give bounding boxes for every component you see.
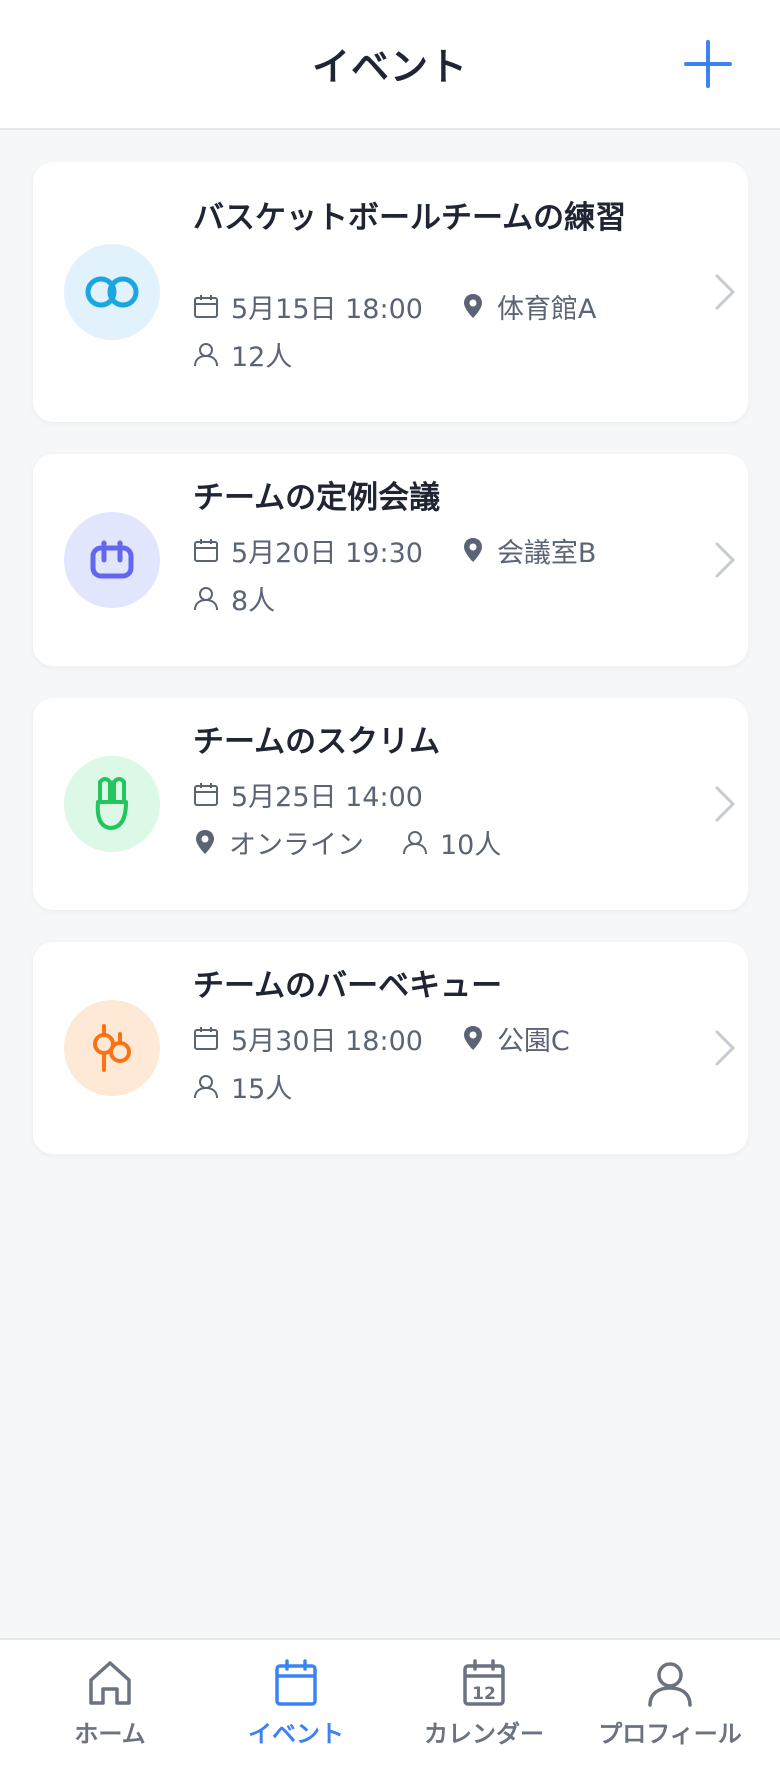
chevron-right-icon: [715, 542, 735, 578]
chevron-right-icon: [715, 1030, 735, 1066]
event-meta-row: 5月15日 18:00 体育館A: [193, 286, 596, 326]
event-attendees: 10人: [440, 829, 502, 861]
tab-label: カレンダー: [424, 1720, 544, 1748]
interlocking-rings-icon: [85, 276, 139, 308]
event-attendees: 12人: [231, 341, 293, 373]
calendar-day-icon: 12: [463, 1659, 505, 1706]
meeting-icon: [90, 540, 134, 579]
chevron-right-icon: [715, 274, 735, 310]
user-icon: [194, 343, 218, 367]
calendar-day-number: 12: [472, 1684, 496, 1704]
event-title: チームのスクリム: [193, 724, 441, 760]
event-date: 5月20日 19:30: [231, 537, 423, 569]
page-title: イベント: [311, 45, 468, 89]
event-card[interactable]: チームのバーベキュー 5月30日 18:00 公園C 15人: [33, 942, 748, 1154]
event-card[interactable]: チームの定例会議 5月20日 19:30 会議室B 8人: [33, 454, 748, 666]
tab-events[interactable]: イベント: [201, 1658, 391, 1762]
scrum-icon: [95, 777, 128, 830]
event-meta-row: 5月30日 18:00 公園C: [193, 1018, 570, 1058]
calendar-icon: [194, 783, 218, 806]
tab-calendar[interactable]: 12 カレンダー: [389, 1658, 579, 1762]
event-avatar: [64, 244, 160, 340]
event-attendees: 8人: [231, 585, 276, 617]
location-pin-icon: [196, 830, 214, 854]
event-meta-row: 15人: [193, 1066, 292, 1106]
user-icon: [194, 587, 218, 611]
app-header: イベント: [0, 0, 780, 130]
event-meta-row: オンライン 10人: [193, 822, 501, 862]
location-pin-icon: [463, 1026, 482, 1050]
event-meta-row: 12人: [193, 334, 292, 374]
user-icon: [194, 1075, 218, 1099]
home-icon: [89, 1661, 131, 1705]
calendar-icon: [194, 295, 218, 318]
event-card[interactable]: チームのスクリム 5月25日 14:00 オンライン 10人: [33, 698, 748, 910]
event-location: 体育館A: [496, 293, 597, 325]
chevron-right-icon: [715, 786, 735, 822]
calendar-icon: [275, 1659, 317, 1706]
plus-icon: [684, 40, 732, 88]
event-avatar: [64, 512, 160, 608]
event-meta-row: 5月25日 14:00: [193, 774, 423, 814]
event-date: 5月30日 18:00: [231, 1025, 423, 1057]
add-event-button[interactable]: [680, 36, 736, 92]
event-location: オンライン: [229, 829, 364, 861]
event-date: 5月25日 14:00: [231, 781, 423, 813]
tab-home[interactable]: ホーム: [15, 1658, 205, 1762]
event-meta-row: 8人: [193, 578, 275, 618]
location-pin-icon: [463, 294, 482, 318]
tab-label: プロフィール: [598, 1720, 742, 1748]
event-avatar: [64, 756, 160, 852]
event-location: 会議室B: [496, 537, 597, 569]
calendar-icon: [194, 1027, 218, 1050]
event-card[interactable]: バスケットボールチームの練習 5月15日 18:00 体育館A 12人: [33, 162, 748, 422]
event-date: 5月15日 18:00: [231, 293, 423, 325]
event-location: 公園C: [496, 1025, 570, 1057]
event-attendees: 15人: [231, 1073, 293, 1105]
tab-label: イベント: [248, 1720, 344, 1748]
event-meta-row: 5月20日 19:30 会議室B: [193, 530, 596, 570]
user-icon: [403, 831, 427, 855]
tab-profile[interactable]: プロフィール: [575, 1658, 765, 1762]
event-title: チームのバーベキュー: [193, 968, 503, 1004]
event-title: チームの定例会議: [193, 480, 441, 516]
bottom-tab-bar: ホーム イベント 12 カレンダー プロフィール: [0, 1638, 780, 1768]
event-title: バスケットボールチームの練習: [193, 200, 627, 236]
user-icon: [648, 1662, 692, 1707]
location-pin-icon: [463, 538, 482, 562]
event-avatar: [64, 1000, 160, 1096]
bbq-icon: [93, 1024, 131, 1072]
tab-label: ホーム: [74, 1720, 146, 1748]
calendar-icon: [194, 539, 218, 562]
